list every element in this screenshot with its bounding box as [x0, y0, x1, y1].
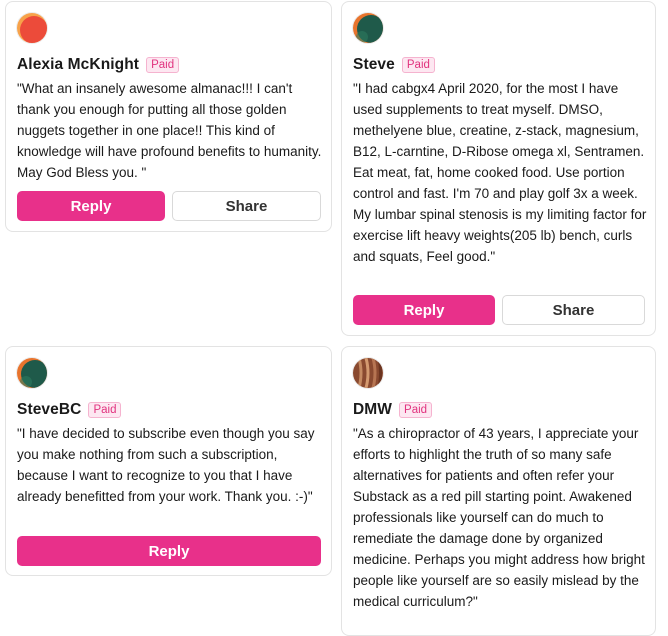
- paid-badge: Paid: [146, 57, 180, 73]
- comment-card: SteveBC Paid "I have decided to subscrib…: [5, 346, 332, 576]
- comment-text: "I have decided to subscribe even though…: [17, 426, 315, 504]
- avatar[interactable]: [17, 358, 47, 388]
- commenter-name[interactable]: SteveBC: [17, 401, 81, 419]
- share-button[interactable]: Share: [172, 191, 321, 221]
- reply-button[interactable]: Reply: [353, 295, 495, 325]
- avatar[interactable]: [353, 13, 383, 43]
- comment-card: Steve Paid "I had cabgx4 April 2020, for…: [341, 1, 656, 336]
- commenter-name[interactable]: DMW: [353, 401, 392, 419]
- avatar[interactable]: [353, 358, 383, 388]
- commenter-name[interactable]: Alexia McKnight: [17, 56, 139, 74]
- comment-text: "What an insanely awesome almanac!!! I c…: [17, 81, 322, 180]
- reply-button[interactable]: Reply: [17, 191, 165, 221]
- comment-text: "I had cabgx4 April 2020, for the most I…: [353, 81, 647, 264]
- paid-badge: Paid: [401, 57, 435, 73]
- share-button[interactable]: Share: [502, 295, 645, 325]
- paid-badge: Paid: [399, 402, 433, 418]
- commenter-name[interactable]: Steve: [353, 56, 395, 74]
- comment-card: Alexia McKnight Paid "What an insanely a…: [5, 1, 332, 232]
- paid-badge: Paid: [88, 402, 122, 418]
- avatar[interactable]: [17, 13, 47, 43]
- comment-text: "As a chiropractor of 43 years, I apprec…: [353, 426, 645, 609]
- comment-card: DMW Paid "As a chiropractor of 43 years,…: [341, 346, 656, 636]
- reply-button[interactable]: Reply: [17, 536, 321, 566]
